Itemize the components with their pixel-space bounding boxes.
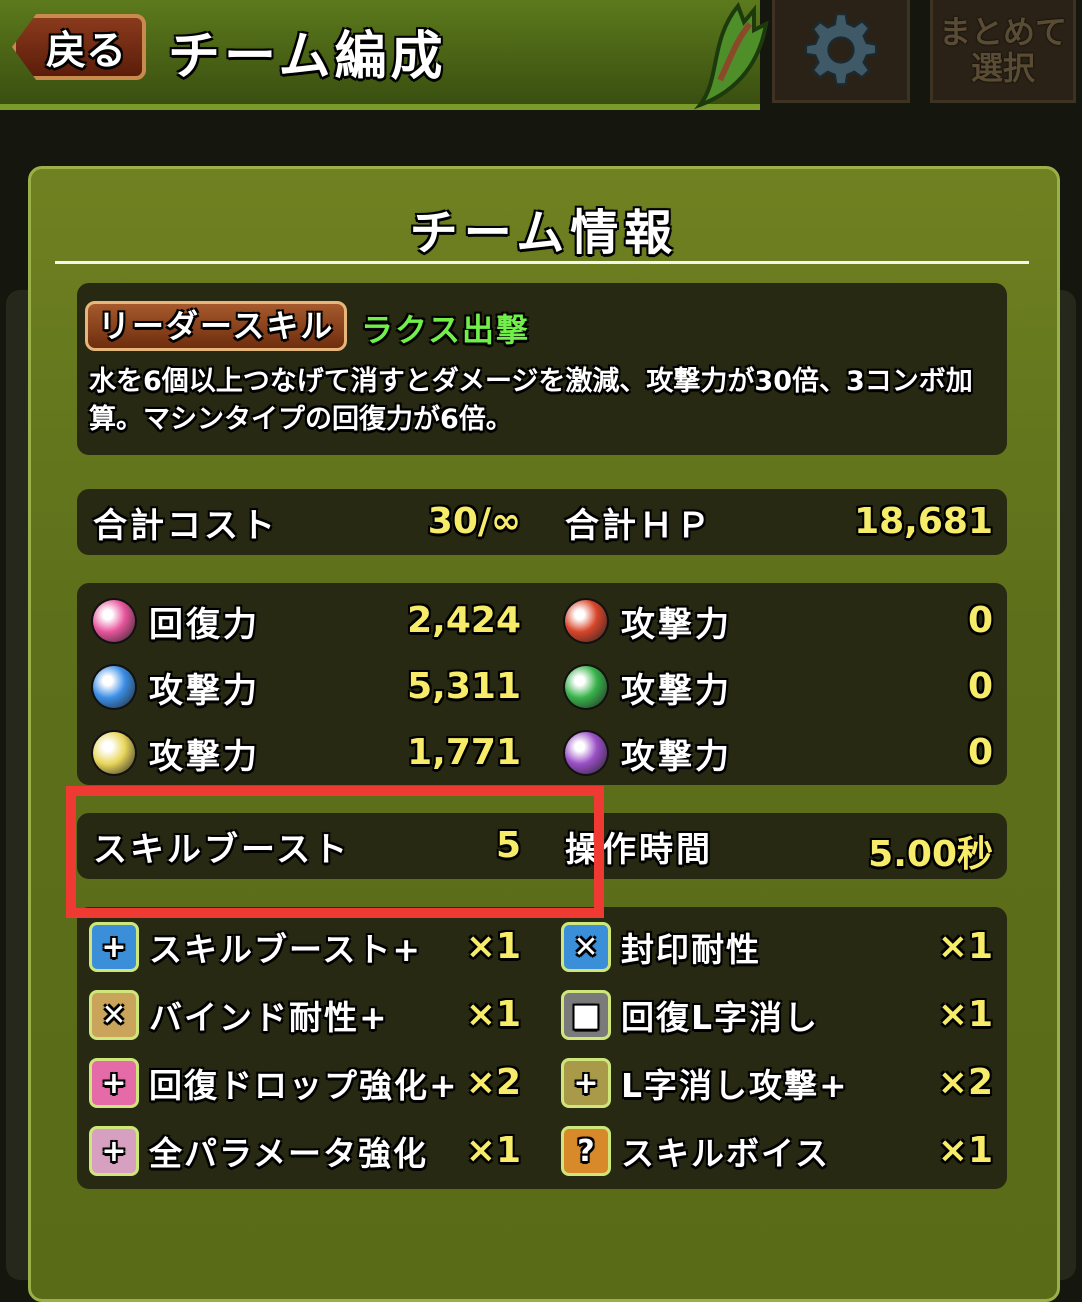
leader-skill-description: 水を6個以上つなげて消すとダメージを激減、攻撃力が30倍、3コンボ加算。マシンタ… bbox=[89, 366, 973, 435]
total-cost-value: 30/∞ bbox=[427, 501, 521, 542]
stat-row: 攻撃力 bbox=[565, 591, 732, 651]
awakening-row: ✕ 封印耐性 bbox=[561, 917, 761, 977]
enhanced-heal-orb-plus-icon: + bbox=[89, 1058, 139, 1108]
stat-label: 攻撃力 bbox=[621, 604, 732, 645]
stat-row: 回復力 bbox=[93, 591, 260, 651]
highlight-box bbox=[66, 786, 604, 918]
awakening-count: ×1 bbox=[937, 926, 993, 967]
total-hp-row: 合計ＨＰ bbox=[565, 492, 713, 552]
awakening-label: L字消し攻撃+ bbox=[621, 1066, 849, 1105]
bulk-select-label-line2: 選択 bbox=[970, 49, 1035, 87]
stat-label: 攻撃力 bbox=[621, 736, 732, 777]
stat-row: 攻撃力 bbox=[565, 723, 732, 783]
dark-orb-icon bbox=[565, 732, 607, 774]
stat-value: 2,424 bbox=[407, 600, 521, 641]
stats-box: 回復力 2,424 攻撃力 0 攻撃力 5,311 攻撃力 0 攻撃力 1,771 攻撃力 0 bbox=[77, 583, 1007, 785]
awakening-label: スキルボイス bbox=[621, 1134, 831, 1173]
page-title: チーム編成 bbox=[168, 27, 447, 87]
awakening-label: 回復ドロップ強化+ bbox=[149, 1066, 459, 1105]
heal-l-shape-icon: ■ bbox=[561, 990, 611, 1040]
total-cost-row: 合計コスト bbox=[93, 492, 278, 552]
seal-resist-icon: ✕ bbox=[561, 922, 611, 972]
awakening-row: + スキルブースト+ bbox=[89, 917, 422, 977]
leader-skill-name: ラクス出撃 bbox=[361, 311, 531, 349]
awakening-count: ×2 bbox=[937, 1062, 993, 1103]
awakening-row: ? スキルボイス bbox=[561, 1121, 830, 1181]
team-info-panel: チーム情報 リーダースキル ラクス出撃 水を6個以上つなげて消すとダメージを激減… bbox=[28, 166, 1060, 1302]
stat-value: 0 bbox=[967, 666, 993, 707]
dragon-wing-icon bbox=[693, 2, 769, 110]
stat-row: 攻撃力 bbox=[565, 657, 732, 717]
skill-voice-icon: ? bbox=[561, 1126, 611, 1176]
gear-icon bbox=[804, 12, 878, 86]
fire-orb-icon bbox=[565, 600, 607, 642]
total-hp-value: 18,681 bbox=[854, 501, 993, 542]
bulk-select-button[interactable]: まとめて 選択 bbox=[930, 0, 1076, 103]
move-time-value: 5.00秒 bbox=[868, 834, 993, 875]
awakening-count: ×2 bbox=[465, 1062, 521, 1103]
awakening-label: スキルブースト+ bbox=[149, 930, 423, 969]
awakening-row: + 全パラメータ強化 bbox=[89, 1121, 428, 1181]
awakenings-box: + スキルブースト+ ×1 ✕ 封印耐性 ×1 ✕ バインド耐性+ ×1 ■ 回復L字消し ×1 + 回復… bbox=[77, 907, 1007, 1189]
light-orb-icon bbox=[93, 732, 135, 774]
awakening-row: ✕ バインド耐性+ bbox=[89, 985, 389, 1045]
awakening-row: + L字消し攻撃+ bbox=[561, 1053, 849, 1113]
wood-orb-icon bbox=[565, 666, 607, 708]
stat-value: 5,311 bbox=[407, 666, 521, 707]
stat-label: 攻撃力 bbox=[149, 670, 260, 711]
back-button[interactable]: 戻る bbox=[12, 14, 146, 80]
stat-label: 回復力 bbox=[149, 604, 260, 645]
stat-label: 攻撃力 bbox=[621, 670, 732, 711]
awakening-count: ×1 bbox=[465, 994, 521, 1035]
total-hp-label: 合計ＨＰ bbox=[565, 505, 713, 546]
awakening-count: ×1 bbox=[465, 1130, 521, 1171]
awakening-count: ×1 bbox=[465, 926, 521, 967]
awakening-label: バインド耐性+ bbox=[149, 998, 389, 1037]
water-orb-icon bbox=[93, 666, 135, 708]
leader-skill-box: リーダースキル ラクス出撃 水を6個以上つなげて消すとダメージを激減、攻撃力が3… bbox=[77, 283, 1007, 455]
bulk-select-label-line1: まとめて bbox=[938, 13, 1067, 51]
heart-orb-icon bbox=[93, 600, 135, 642]
settings-button[interactable] bbox=[772, 0, 910, 103]
awakening-row: + 回復ドロップ強化+ bbox=[89, 1053, 459, 1113]
skill-boost-plus-icon: + bbox=[89, 922, 139, 972]
stat-value: 1,771 bbox=[407, 732, 521, 773]
awakening-count: ×1 bbox=[937, 1130, 993, 1171]
title-divider bbox=[55, 261, 1029, 264]
header-bar: 戻る チーム編成 bbox=[0, 0, 760, 110]
total-cost-label: 合計コスト bbox=[93, 505, 278, 546]
awakening-label: 回復L字消し bbox=[621, 998, 820, 1037]
panel-title: チーム情報 bbox=[409, 205, 679, 261]
stat-row: 攻撃力 bbox=[93, 723, 260, 783]
bind-resist-plus-icon: ✕ bbox=[89, 990, 139, 1040]
awakening-label: 全パラメータ強化 bbox=[149, 1134, 429, 1173]
stat-row: 攻撃力 bbox=[93, 657, 260, 717]
awakening-count: ×1 bbox=[937, 994, 993, 1035]
leader-skill-badge: リーダースキル bbox=[85, 301, 348, 351]
stat-value: 0 bbox=[967, 732, 993, 773]
awakening-label: 封印耐性 bbox=[621, 930, 761, 969]
all-stats-enhance-icon: + bbox=[89, 1126, 139, 1176]
awakening-row: ■ 回復L字消し bbox=[561, 985, 819, 1045]
stat-label: 攻撃力 bbox=[149, 736, 260, 777]
l-shape-attack-plus-icon: + bbox=[561, 1058, 611, 1108]
stat-value: 0 bbox=[967, 600, 993, 641]
totals-box: 合計コスト 30/∞ 合計ＨＰ 18,681 bbox=[77, 489, 1007, 555]
